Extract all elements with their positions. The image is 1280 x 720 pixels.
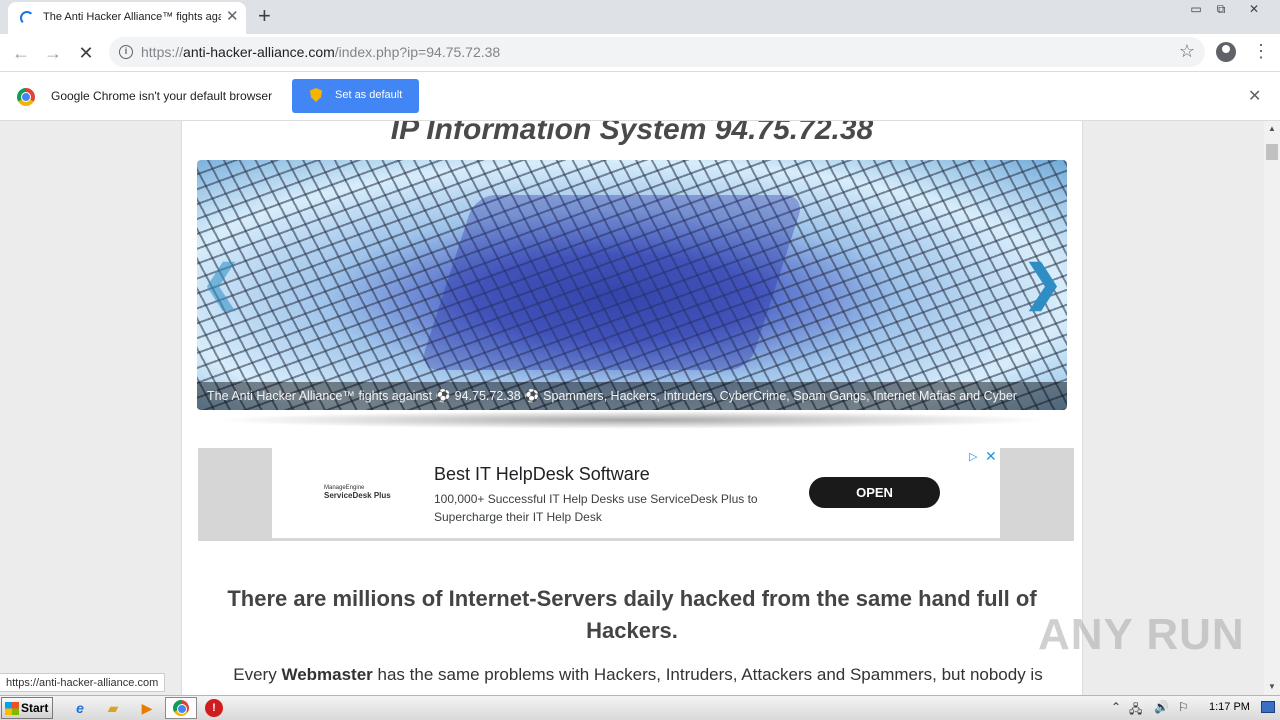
chrome-icon (173, 700, 189, 716)
adchoices-icon[interactable]: ▷ (969, 450, 977, 463)
section-headline: There are millions of Internet-Servers d… (227, 586, 1037, 643)
stop-loading-icon[interactable]: ✕ (73, 40, 99, 66)
site-info-icon[interactable]: i (119, 45, 133, 59)
page-content: IP Information System 94.75.72.38 ❮ ❯ Th… (181, 121, 1083, 695)
ad-open-button[interactable]: OPEN (809, 477, 940, 508)
tab-strip: The Anti Hacker Alliance™ fights aga ✕ +… (0, 0, 1280, 34)
restore-button[interactable]: ⧉ (1208, 0, 1234, 20)
volume-icon[interactable]: 🔊 (1154, 700, 1169, 714)
page-scrollbar[interactable]: ▲ ▼ (1264, 121, 1280, 695)
scroll-up-icon[interactable]: ▲ (1264, 121, 1280, 137)
browser-tab[interactable]: The Anti Hacker Alliance™ fights aga ✕ (8, 2, 246, 34)
uac-shield-icon (310, 88, 322, 102)
show-desktop-icon[interactable] (1261, 701, 1275, 713)
chrome-taskbar-button[interactable] (165, 697, 197, 719)
page-viewport: IP Information System 94.75.72.38 ❮ ❯ Th… (0, 121, 1264, 695)
ad-container: ManageEngine ServiceDesk Plus Best IT He… (198, 448, 1074, 541)
link-status-bubble: https://anti-hacker-alliance.com (0, 673, 166, 692)
profile-avatar-icon[interactable] (1216, 42, 1236, 62)
slider-shadow (212, 411, 1052, 429)
tray-expand-icon[interactable]: ⌃ (1111, 700, 1121, 714)
minimize-button[interactable]: ▭ (1183, 0, 1209, 20)
slider-prev-arrow-icon[interactable]: ❮ (201, 260, 241, 308)
ad-close-icon[interactable]: ✕ (985, 448, 997, 465)
image-slider[interactable]: ❮ ❯ The Anti Hacker Alliance™ fights aga… (197, 160, 1067, 410)
ad-banner[interactable]: ManageEngine ServiceDesk Plus Best IT He… (272, 448, 1000, 538)
infobar-close-icon[interactable]: ✕ (1248, 86, 1261, 106)
windows-logo-icon (5, 702, 19, 715)
slider-caption: The Anti Hacker Alliance™ fights against… (197, 382, 1067, 410)
page-title: IP Information System 94.75.72.38 (390, 121, 874, 146)
opera-icon[interactable]: ! (205, 699, 223, 717)
media-player-icon[interactable]: ▶ (138, 699, 156, 717)
taskbar-clock[interactable]: 1:17 PM (1209, 701, 1250, 713)
ie-icon[interactable]: e (71, 699, 89, 717)
browser-toolbar: ← → ✕ i https://anti-hacker-alliance.com… (0, 34, 1280, 71)
slider-next-arrow-icon[interactable]: ❯ (1023, 260, 1063, 308)
ad-logo: ManageEngine ServiceDesk Plus (324, 485, 391, 500)
anyrun-watermark: ANY RUN (1038, 610, 1245, 659)
ad-headline[interactable]: Best IT HelpDesk Software (434, 464, 650, 485)
loading-spinner-icon (20, 11, 34, 25)
chrome-menu-icon[interactable]: ⋮ (1252, 40, 1270, 62)
tab-title: The Anti Hacker Alliance™ fights aga (43, 11, 221, 23)
intro-paragraph: Every Webmaster has the same problems wi… (233, 665, 1043, 684)
bookmark-star-icon[interactable]: ☆ (1179, 41, 1195, 62)
start-button[interactable]: Start (1, 697, 53, 719)
padlock-image (418, 195, 806, 370)
scroll-down-icon[interactable]: ▼ (1264, 679, 1280, 695)
forward-icon[interactable]: → (40, 40, 66, 66)
address-bar[interactable]: i https://anti-hacker-alliance.com/index… (109, 37, 1205, 67)
ad-description: 100,000+ Successful IT Help Desks use Se… (434, 492, 758, 524)
window-close-button[interactable]: ✕ (1241, 0, 1267, 20)
windows-taskbar: Start e ▰ ▶ ! ⌃ 🖧 🔊 ⚐ 1:17 PM (0, 695, 1280, 720)
scroll-thumb[interactable] (1266, 144, 1278, 160)
network-icon[interactable]: 🖧 (1129, 700, 1142, 720)
back-icon[interactable]: ← (8, 40, 34, 66)
new-tab-button[interactable]: + (258, 3, 271, 29)
infobar-message: Google Chrome isn't your default browser (51, 89, 273, 103)
url-text[interactable]: https://anti-hacker-alliance.com/index.p… (141, 44, 500, 60)
tab-close-icon[interactable]: ✕ (226, 9, 239, 25)
default-browser-infobar: Google Chrome isn't your default browser… (0, 71, 1280, 121)
set-as-default-button[interactable]: Set as default (292, 79, 419, 113)
explorer-icon[interactable]: ▰ (104, 699, 122, 717)
action-center-flag-icon[interactable]: ⚐ (1178, 700, 1189, 714)
chrome-logo-icon (17, 88, 35, 106)
